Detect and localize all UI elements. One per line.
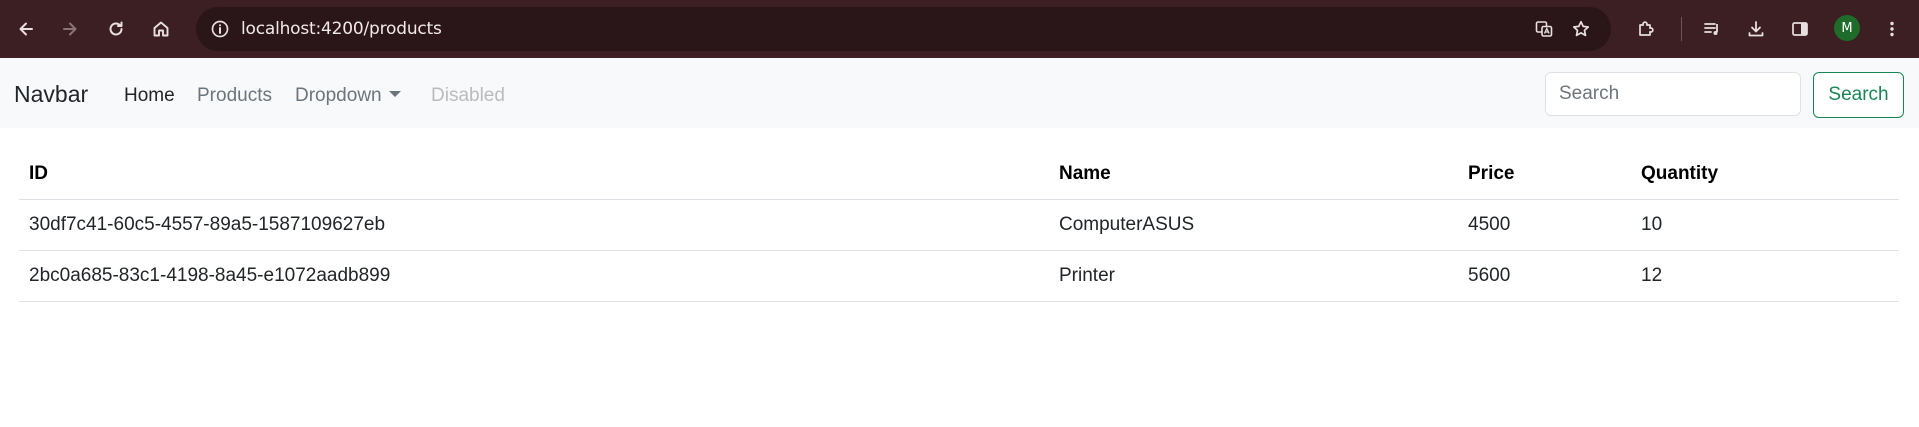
site-info-icon[interactable] [204,13,236,45]
products-table-container: ID Name Price Quantity 30df7c41-60c5-455… [19,148,1899,302]
table-row: 2bc0a685-83c1-4198-8a45-e1072aadb899 Pri… [19,250,1899,302]
cell-quantity: 12 [1631,250,1899,302]
address-bar[interactable]: localhost:4200/products [196,7,1611,51]
search-button[interactable]: Search [1813,72,1904,118]
nav-dropdown-label: Dropdown [295,85,382,106]
forward-arrow-icon[interactable] [50,9,90,49]
cell-id: 30df7c41-60c5-4557-89a5-1587109627eb [19,199,1049,251]
table-row: 30df7c41-60c5-4557-89a5-1587109627eb Com… [19,199,1899,251]
table-header-row: ID Name Price Quantity [19,148,1899,200]
side-panel-icon[interactable] [1780,9,1820,49]
profile-avatar[interactable]: M [1834,15,1860,41]
media-controls-icon[interactable] [1692,9,1732,49]
home-icon[interactable] [141,9,181,49]
more-menu-icon[interactable] [1872,9,1912,49]
cell-price: 4500 [1458,199,1631,251]
header-price: Price [1458,148,1631,200]
extensions-puzzle-icon[interactable] [1626,9,1666,49]
header-id: ID [19,148,1049,200]
nav-link-products[interactable]: Products [197,85,272,107]
navbar-brand[interactable]: Navbar [14,81,88,108]
cell-name: Printer [1049,250,1458,302]
products-table: ID Name Price Quantity 30df7c41-60c5-455… [19,148,1899,302]
back-arrow-icon[interactable] [6,9,46,49]
cell-id: 2bc0a685-83c1-4198-8a45-e1072aadb899 [19,250,1049,302]
nav-link-disabled: Disabled [431,85,505,106]
url-text[interactable]: localhost:4200/products [241,19,442,39]
search-input[interactable] [1545,72,1801,116]
header-name: Name [1049,148,1458,200]
cell-name: ComputerASUS [1049,199,1458,251]
caret-down-icon [388,91,401,97]
cell-quantity: 10 [1631,199,1899,251]
bookmark-star-icon[interactable] [1565,13,1597,45]
downloads-icon[interactable] [1736,9,1776,49]
nav-link-home[interactable]: Home [124,85,175,107]
cell-price: 5600 [1458,250,1631,302]
toolbar-divider [1681,17,1682,41]
browser-toolbar: localhost:4200/products M [0,0,1919,58]
header-quantity: Quantity [1631,148,1899,200]
navbar: Navbar Home Products Dropdown Disabled S… [0,58,1919,128]
reload-icon[interactable] [96,9,136,49]
translate-icon[interactable] [1528,13,1560,45]
nav-dropdown-toggle[interactable]: Dropdown [295,85,401,107]
